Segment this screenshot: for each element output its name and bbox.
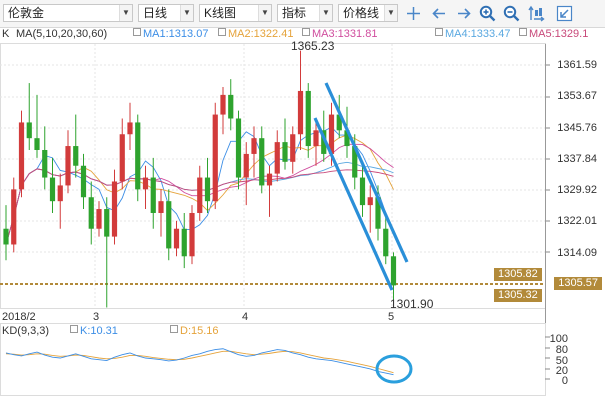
kd-panel [5, 348, 413, 384]
candle-body [204, 177, 211, 202]
candle-body [197, 177, 203, 213]
candle-body [49, 177, 56, 202]
x-tick: 4 [242, 311, 249, 323]
x-tick: 3 [93, 311, 100, 323]
candle-body [181, 228, 187, 257]
candle-body [228, 94, 234, 119]
price-tag-c: 1305.32 [494, 289, 542, 302]
candle-body [11, 189, 17, 245]
candle-body [135, 122, 141, 190]
kd-d-value: D:15.16 [180, 325, 219, 337]
candle-body [80, 165, 87, 198]
kline-chart [0, 43, 550, 396]
price-tick: 1322.01 [557, 215, 597, 227]
chart-grid [0, 43, 550, 396]
candle-body [127, 122, 133, 135]
candle-body [96, 209, 102, 229]
candle-body [104, 209, 110, 237]
candle-body [220, 94, 226, 115]
kd-legend: KD(9,3,3) K:10.31 D:15.16 [0, 325, 560, 339]
candle-body [42, 149, 48, 178]
d-checkbox[interactable] [170, 325, 178, 333]
candle-body [111, 181, 118, 237]
candle-body [259, 138, 265, 186]
low-annotation: 1301.90 [390, 297, 434, 311]
kd-k-value: K:10.31 [80, 325, 118, 337]
candle-body [251, 138, 257, 154]
candle-body [243, 153, 249, 178]
price-tick: 1353.67 [557, 90, 597, 102]
price-tick: 1345.76 [557, 122, 597, 134]
candle-body [383, 228, 389, 257]
price-tick: 1314.09 [557, 247, 597, 259]
price-tick: 1361.59 [557, 59, 597, 71]
k-checkbox[interactable] [70, 325, 78, 333]
price-tag-b: 1305.57 [554, 277, 602, 290]
price-tick: 1337.84 [557, 153, 597, 165]
candle-body [119, 134, 125, 182]
candle-body [18, 122, 25, 190]
candle-body [150, 177, 156, 213]
candle-body [26, 122, 32, 139]
kd-params: KD(9,3,3) [2, 325, 50, 337]
candle-body [390, 256, 397, 286]
candle-body [34, 138, 40, 150]
candle-body [235, 118, 242, 178]
candle-body [297, 90, 304, 135]
x-tick: 5 [388, 311, 395, 323]
candle-body [274, 142, 280, 174]
candle-body [88, 197, 94, 229]
candle-body [359, 177, 366, 206]
x-tick: 2018/2 [2, 311, 36, 323]
kd-highlight-circle [375, 354, 413, 384]
candle-body [57, 185, 63, 202]
candle-body [367, 197, 373, 206]
candle-body [282, 142, 288, 162]
candle-body [173, 228, 180, 249]
candle-body [189, 212, 195, 257]
kd-d-line [5, 350, 394, 374]
candle-body [290, 134, 296, 162]
kd-tick: 0 [561, 375, 568, 387]
candle-body [305, 90, 311, 147]
price-tick: 1329.92 [557, 184, 597, 196]
high-annotation: 1365.23 [291, 39, 335, 53]
candle-body [212, 114, 218, 202]
candle-body [158, 201, 164, 213]
kd-k-line [5, 348, 394, 376]
candle-body [3, 228, 9, 245]
candle-body [73, 146, 79, 166]
candle-body [266, 173, 273, 186]
candle-body [313, 130, 319, 147]
candle-body [142, 177, 149, 190]
price-tag-a: 1305.82 [494, 268, 542, 281]
candle-body [65, 146, 71, 186]
candle-body [166, 201, 172, 249]
candlesticks [3, 50, 397, 308]
